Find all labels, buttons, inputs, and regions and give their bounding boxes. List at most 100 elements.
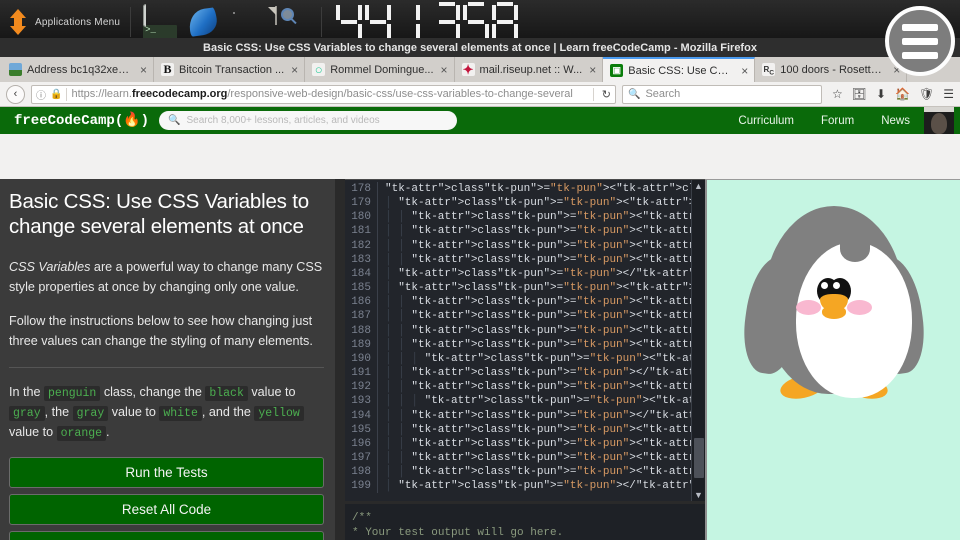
avatar[interactable] — [924, 107, 954, 134]
code-line[interactable]: │ │ "tk-attr">class"tk-pun">="tk-pun"><"… — [385, 437, 705, 451]
browser-tab-freecodecamp[interactable]: ▣ Basic CSS: Use CSS ... × — [603, 57, 756, 82]
document-viewer-launcher[interactable] — [275, 6, 309, 37]
wireshark-launcher[interactable] — [187, 7, 221, 37]
home-icon[interactable]: 🏠 — [895, 87, 910, 101]
nav-links: Curriculum Forum News — [738, 115, 924, 127]
freecodecamp-logo[interactable]: freeCodeCamp(🔥) — [6, 112, 159, 129]
preview-pane — [705, 179, 960, 540]
code-line[interactable]: │ │ "tk-attr">class"tk-pun">="tk-pun"></… — [385, 409, 705, 423]
scroll-up-arrow[interactable]: ▲ — [692, 180, 705, 192]
page-info-icon[interactable]: ⓘ — [36, 87, 46, 102]
address-bar[interactable]: ⓘ 🔒 https://learn.freecodecamp.org/respo… — [31, 84, 616, 104]
challenge-workspace: Basic CSS: Use CSS Variables to change s… — [0, 179, 960, 540]
penguin-illustration — [737, 194, 930, 404]
clock-digit-5 — [463, 2, 490, 42]
code-line[interactable]: │ │ "tk-attr">class"tk-pun">="tk-pun"><"… — [385, 324, 705, 338]
rommel-favicon: ○ — [312, 63, 326, 76]
lesson-search-input[interactable]: 🔍 Search 8,000+ lessons, articles, and v… — [159, 111, 458, 130]
back-button[interactable]: ‹ — [6, 84, 25, 104]
window-titlebar: Basic CSS: Use CSS Variables to change s… — [0, 38, 960, 57]
line-number: 199 — [351, 480, 371, 493]
nav-link-news[interactable]: News — [881, 115, 910, 127]
lesson-intro-emphasis: CSS Variables — [9, 260, 91, 274]
tab-close-icon[interactable]: × — [739, 65, 748, 77]
hamburger-bar-3 — [902, 51, 938, 59]
line-number: 180 — [351, 211, 371, 224]
code-line[interactable]: │ │ │ "tk-attr">class"tk-pun">="tk-pun">… — [385, 352, 705, 366]
tab-label: Rommel Domingue... — [330, 63, 434, 76]
riseup-favicon: ✦ — [461, 62, 475, 77]
bookmark-star-icon[interactable]: ☆ — [832, 87, 843, 101]
code-line[interactable]: │ │ "tk-attr">class"tk-pun">="tk-pun"><"… — [385, 423, 705, 437]
code-line[interactable]: │ │ "tk-attr">class"tk-pun">="tk-pun"><"… — [385, 451, 705, 465]
code-line[interactable]: │ │ "tk-attr">class"tk-pun">="tk-pun"><"… — [385, 295, 705, 309]
tab-close-icon[interactable]: × — [289, 64, 298, 76]
code-line[interactable]: │ │ "tk-attr">class"tk-pun">="tk-pun"><"… — [385, 465, 705, 479]
reload-icon[interactable]: ↻ — [598, 88, 611, 101]
lesson-intro-paragraph: CSS Variables are a powerful way to chan… — [9, 258, 324, 297]
code-line[interactable]: │ "tk-attr">class"tk-pun">="tk-pun"></"t… — [385, 479, 705, 493]
reset-all-code-button[interactable]: Reset All Code — [9, 493, 324, 525]
search-bar[interactable]: 🔍 Search — [621, 84, 822, 104]
browser-tab-rosetta[interactable]: RC 100 doors - Rosetta ... × — [755, 57, 908, 82]
code-line[interactable]: │ │ "tk-attr">class"tk-pun">="tk-pun"><"… — [385, 210, 705, 224]
code-line[interactable]: │ │ "tk-attr">class"tk-pun">="tk-pun"><"… — [385, 380, 705, 394]
line-number: 188 — [351, 324, 371, 337]
browser-tab-rommel[interactable]: ○ Rommel Domingue... × — [305, 57, 455, 82]
code-line[interactable]: │ "tk-attr">class"tk-pun">="tk-pun"><"tk… — [385, 196, 705, 210]
web-browser-launcher[interactable] — [231, 7, 265, 37]
code-line[interactable]: │ "tk-attr">class"tk-pun">="tk-pun"><"tk… — [385, 281, 705, 295]
line-number: 182 — [351, 239, 371, 252]
tab-label: Basic CSS: Use CSS ... — [628, 64, 735, 77]
line-number-gutter: 178 179 180 181 182 183 184 185 186 187 188 189 190 1… — [345, 182, 377, 494]
get-a-hint-button[interactable]: Get a hint — [9, 530, 324, 540]
clock-digit-4 — [434, 2, 461, 42]
nav-link-curriculum[interactable]: Curriculum — [738, 115, 794, 127]
hamburger-bar-2 — [902, 37, 938, 45]
code-lines[interactable]: "tk-attr">class"tk-pun">="tk-pun"><"tk-a… — [377, 182, 705, 494]
downloads-icon[interactable]: ⬇ — [876, 87, 886, 101]
tab-label: Bitcoin Transaction ... — [179, 63, 285, 76]
nav-link-forum[interactable]: Forum — [821, 115, 854, 127]
code-line[interactable]: │ │ "tk-attr">class"tk-pun">="tk-pun"><"… — [385, 338, 705, 352]
scrollbar-thumb[interactable] — [694, 438, 704, 478]
library-icon[interactable]: 🗄 — [852, 87, 867, 101]
code-line[interactable]: │ │ "tk-attr">class"tk-pun">="tk-pun"></… — [385, 366, 705, 380]
code-line[interactable]: │ │ "tk-attr">class"tk-pun">="tk-pun"><"… — [385, 309, 705, 323]
tab-close-icon[interactable]: × — [439, 64, 448, 76]
tab-close-icon[interactable]: × — [138, 64, 147, 76]
browser-tab-address[interactable]: Address bc1q32xe7... × — [2, 57, 154, 82]
rosetta-favicon: RC — [762, 63, 776, 77]
browser-tab-bitcoin[interactable]: B Bitcoin Transaction ... × — [154, 57, 306, 82]
freecodecamp-favicon: ▣ — [610, 64, 624, 77]
lock-icon[interactable]: 🔒 — [50, 89, 62, 100]
menu-gesture-overlay[interactable] — [885, 6, 955, 76]
browser-tab-riseup[interactable]: ✦ mail.riseup.net :: W... × — [454, 57, 604, 82]
search-placeholder: Search — [645, 88, 681, 100]
terminal-launcher[interactable]: >_ — [143, 4, 178, 75]
code-line[interactable]: │ │ "tk-attr">class"tk-pun">="tk-pun"><"… — [385, 224, 705, 238]
scroll-down-arrow[interactable]: ▼ — [692, 489, 705, 501]
run-tests-button[interactable]: Run the Tests — [9, 456, 324, 488]
code-line[interactable]: │ │ │ "tk-attr">class"tk-pun">="tk-pun">… — [385, 394, 705, 408]
line-number: 196 — [351, 437, 371, 450]
code-line[interactable]: │ │ "tk-attr">class"tk-pun">="tk-pun"><"… — [385, 239, 705, 253]
tab-label: mail.riseup.net :: W... — [479, 63, 583, 76]
editor-scrollbar[interactable]: ▲ ▼ — [691, 180, 705, 501]
code-line[interactable]: "tk-attr">class"tk-pun">="tk-pun"><"tk-a… — [385, 182, 705, 196]
shield-icon[interactable]: 🛡 — [919, 87, 934, 101]
app-menu-icon[interactable]: ☰ — [943, 87, 954, 101]
line-number: 184 — [351, 267, 371, 280]
lesson-instruction: In the penguin class, change the black v… — [9, 383, 324, 442]
code-editor[interactable]: 178 179 180 181 182 183 184 185 186 187 188 189 190 1… — [345, 179, 705, 501]
penguin-blush-left — [795, 300, 821, 315]
window-title: Basic CSS: Use CSS Variables to change s… — [203, 41, 757, 54]
code-line[interactable]: │ "tk-attr">class"tk-pun">="tk-pun"></"t… — [385, 267, 705, 281]
line-number: 183 — [351, 253, 371, 266]
panel-divider-2 — [321, 7, 323, 37]
code-white: white — [159, 405, 202, 421]
penguin-beak-bottom — [821, 306, 846, 319]
code-line[interactable]: │ │ "tk-attr">class"tk-pun">="tk-pun"><"… — [385, 253, 705, 267]
clock-digit-6 — [492, 2, 519, 42]
tab-close-icon[interactable]: × — [587, 64, 596, 76]
